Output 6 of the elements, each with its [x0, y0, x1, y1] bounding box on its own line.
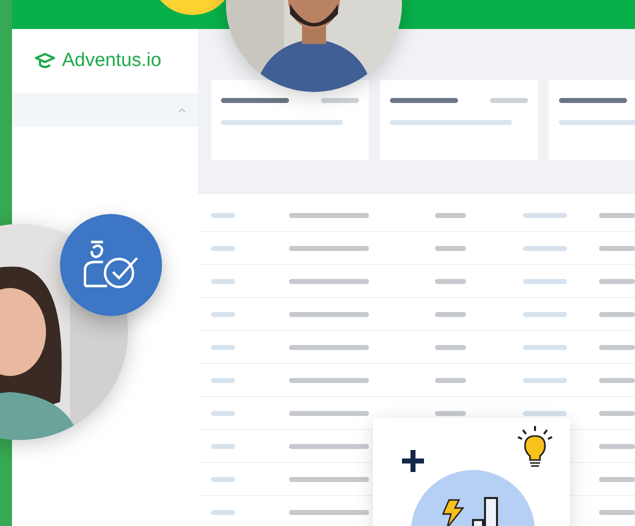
light-bulb-icon [515, 424, 555, 468]
logo-text: Adventus.io [62, 50, 162, 72]
plus-icon [400, 448, 426, 474]
caret-icon [178, 108, 186, 112]
sidebar-group[interactable] [12, 93, 198, 127]
graduation-cap-icon [34, 52, 56, 70]
